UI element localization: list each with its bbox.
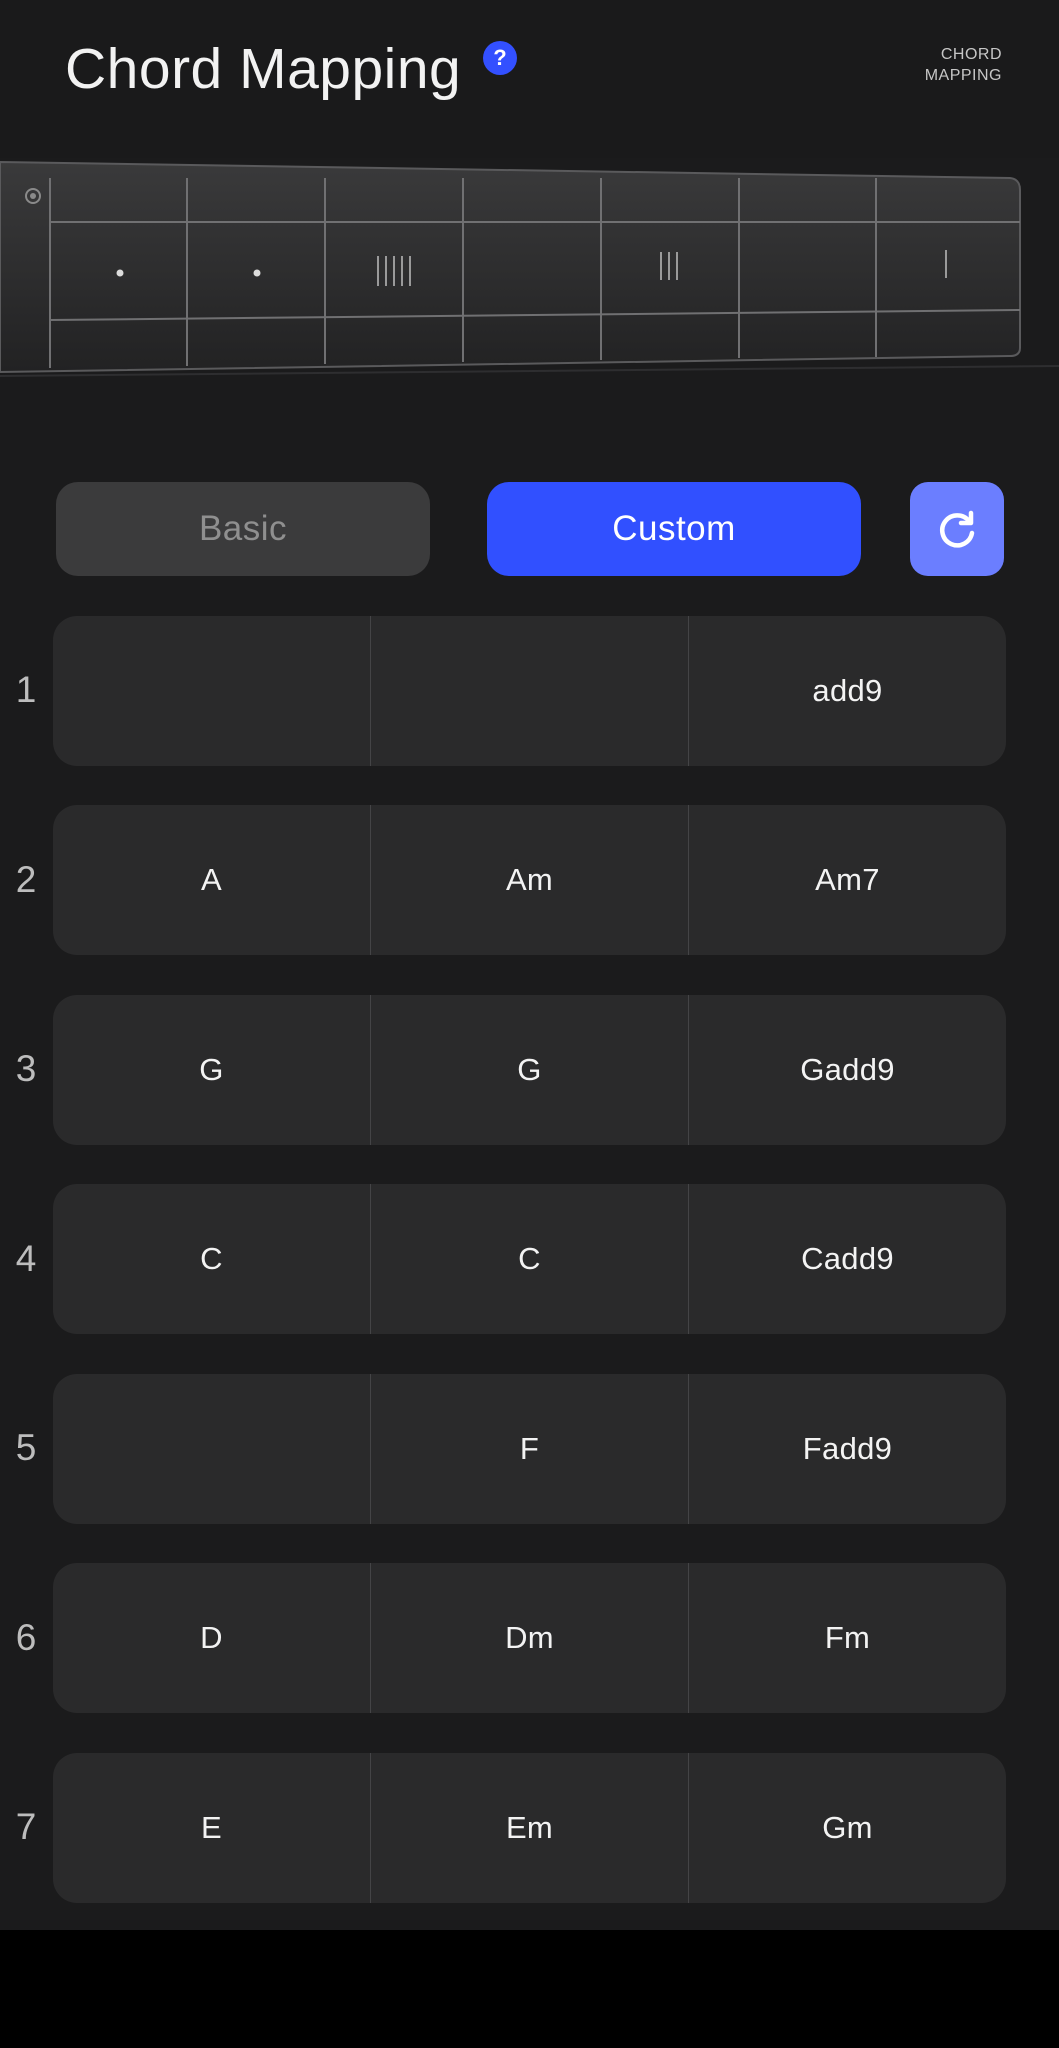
row-number: 1 — [15, 669, 37, 710]
fret-dot-marker — [253, 269, 261, 277]
row-number: 2 — [15, 859, 37, 900]
chord-cell[interactable]: Gadd9 — [688, 995, 1006, 1145]
refresh-icon — [940, 510, 975, 548]
page-title: Chord Mapping — [65, 37, 462, 101]
chord-cell[interactable]: F — [370, 1374, 688, 1524]
chord-cell[interactable]: C — [53, 1184, 370, 1334]
chord-row-3: G G Gadd9 — [53, 995, 1006, 1145]
chord-row-7: E Em Gm — [53, 1753, 1006, 1903]
chord-cell[interactable]: add9 — [688, 616, 1006, 766]
chord-row-2: A Am Am7 — [53, 805, 1006, 955]
chord-cell[interactable]: Fm — [688, 1563, 1006, 1713]
fret-dot-marker — [116, 269, 124, 277]
row-number: 6 — [15, 1617, 37, 1658]
chord-row-5: F Fadd9 — [53, 1374, 1006, 1524]
reset-button[interactable] — [910, 482, 1004, 576]
chord-cell[interactable]: G — [370, 995, 688, 1145]
question-mark-icon[interactable]: ? — [483, 41, 517, 75]
mode-label: CHORD MAPPING — [924, 46, 1002, 84]
row-number: 7 — [15, 1806, 37, 1847]
chord-cell[interactable]: E — [53, 1753, 370, 1903]
chord-cell[interactable]: Dm — [370, 1563, 688, 1713]
chord-cell[interactable]: Cadd9 — [688, 1184, 1006, 1334]
chord-cell[interactable]: Am — [370, 805, 688, 955]
row-number: 3 — [15, 1048, 37, 1089]
basic-mode-button[interactable]: Basic — [56, 482, 430, 576]
chord-cell[interactable] — [370, 616, 688, 766]
chord-cell[interactable]: A — [53, 805, 370, 955]
chord-cell[interactable]: D — [53, 1563, 370, 1713]
chord-row-6: D Dm Fm — [53, 1563, 1006, 1713]
chord-cell[interactable]: Gm — [688, 1753, 1006, 1903]
fretboard — [0, 160, 1059, 400]
chord-cell[interactable] — [53, 616, 370, 766]
row-number: 4 — [15, 1238, 37, 1279]
row-number: 5 — [15, 1427, 37, 1468]
chord-row-1: add9 — [53, 616, 1006, 766]
chord-cell[interactable]: Fadd9 — [688, 1374, 1006, 1524]
chord-row-4: C C Cadd9 — [53, 1184, 1006, 1334]
custom-mode-button[interactable]: Custom — [487, 482, 861, 576]
chord-cell[interactable]: Em — [370, 1753, 688, 1903]
chord-cell[interactable]: Am7 — [688, 805, 1006, 955]
chord-cell[interactable]: G — [53, 995, 370, 1145]
chord-cell[interactable]: C — [370, 1184, 688, 1334]
chord-cell[interactable] — [53, 1374, 370, 1524]
header: Chord Mapping ? CHORD MAPPING — [0, 0, 1059, 158]
chord-mapping-screen: Chord Mapping ? CHORD MAPPING Basic Cust… — [0, 0, 1059, 1930]
